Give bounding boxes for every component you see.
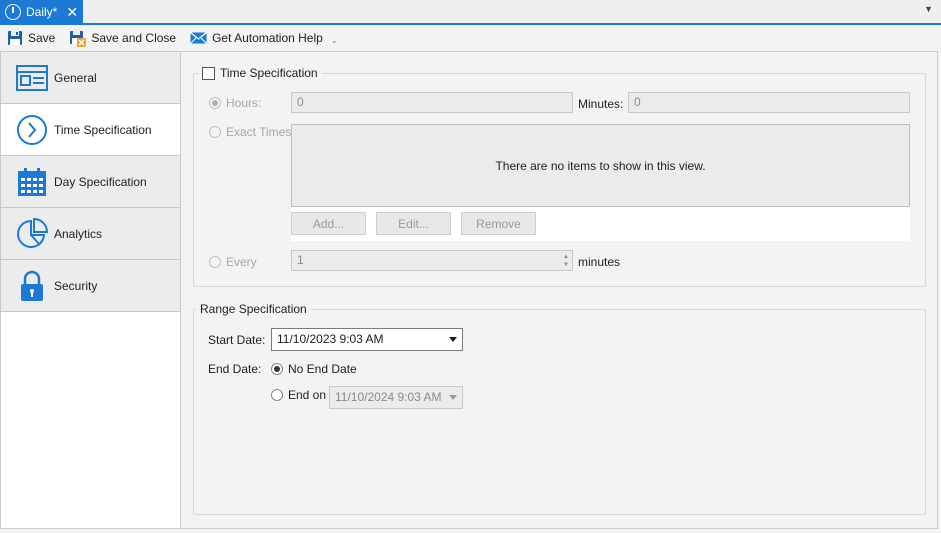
save-and-close-button[interactable]: Save and Close: [69, 30, 176, 47]
save-and-close-label: Save and Close: [91, 31, 177, 45]
end-on-date-value: 11/10/2024 9:03 AM: [335, 390, 442, 404]
save-label: Save: [28, 31, 56, 45]
chevron-down-icon: [449, 337, 457, 342]
exact-times-label: Exact Times: [226, 125, 292, 139]
close-tab-icon[interactable]: ✕: [66, 5, 78, 19]
get-automation-help-button[interactable]: Get Automation Help: [190, 31, 323, 45]
sidebar-item-label: General: [54, 70, 97, 85]
range-specification-legend: Range Specification: [196, 302, 311, 316]
exact-times-list[interactable]: There are no items to show in this view.: [291, 124, 910, 207]
toolbar-overflow-icon[interactable]: ⌄: [331, 36, 338, 45]
pie-chart-icon: [15, 217, 49, 251]
save-and-close-icon: [70, 30, 87, 47]
end-on-date-picker[interactable]: 11/10/2024 9:03 AM: [329, 386, 463, 409]
time-specification-checkbox[interactable]: [202, 66, 215, 80]
start-date-value: 11/10/2023 9:03 AM: [277, 332, 384, 346]
save-button[interactable]: Save: [7, 30, 55, 46]
floppy-disk-icon: [8, 31, 22, 45]
general-icon: [15, 61, 49, 95]
sidebar-item-label: Security: [54, 278, 98, 293]
sidebar-item-security[interactable]: Security: [1, 260, 180, 312]
clock-icon: [15, 113, 49, 147]
sidebar-item-label: Time Specification: [54, 122, 152, 137]
get-automation-help-label: Get Automation Help: [212, 31, 323, 45]
end-on-label: End on: [288, 388, 327, 402]
lock-icon: [15, 269, 49, 303]
hours-input[interactable]: 0: [291, 92, 573, 113]
every-unit-label: minutes: [578, 255, 621, 269]
time-specification-panel: Time Specification Hours: 0 Minutes: 0 E…: [181, 51, 938, 529]
every-minutes-stepper[interactable]: 1 ▲ ▼: [291, 250, 573, 271]
empty-list-message: There are no items to show in this view.: [495, 158, 706, 173]
chevron-down-icon: [449, 395, 457, 400]
time-specification-legend: Time Specification: [198, 66, 322, 80]
every-label: Every: [226, 255, 257, 269]
end-on-option[interactable]: End on: [271, 388, 326, 402]
document-tab-title: Daily*: [26, 4, 58, 19]
hours-radio[interactable]: [209, 97, 221, 109]
add-button[interactable]: Add...: [291, 212, 366, 235]
document-tab-strip: Daily* ✕ ▼: [0, 0, 941, 25]
sidebar-item-analytics[interactable]: Analytics: [1, 208, 180, 260]
every-option[interactable]: Every: [209, 255, 257, 269]
document-tab-daily[interactable]: Daily* ✕: [0, 0, 83, 23]
every-value: 1: [297, 253, 304, 267]
spinner-arrows-icon[interactable]: ▲ ▼: [560, 251, 572, 270]
sidebar-item-time-specification[interactable]: Time Specification: [1, 104, 180, 156]
hours-option[interactable]: Hours:: [209, 96, 261, 110]
start-date-label: Start Date:: [208, 333, 266, 347]
every-radio[interactable]: [209, 256, 221, 268]
no-end-date-radio[interactable]: [271, 363, 283, 375]
exact-times-option[interactable]: Exact Times: [209, 125, 291, 139]
start-date-picker[interactable]: 11/10/2023 9:03 AM: [271, 328, 463, 351]
sidebar-item-day-specification[interactable]: Day Specification: [1, 156, 180, 208]
range-specification-label: Range Specification: [200, 302, 307, 316]
envelope-icon: [190, 31, 208, 44]
hours-label: Hours:: [226, 96, 262, 110]
minutes-input[interactable]: 0: [628, 92, 910, 113]
end-date-label: End Date:: [208, 362, 262, 376]
minutes-label: Minutes:: [578, 97, 624, 111]
no-end-date-option[interactable]: No End Date: [271, 362, 357, 376]
sidebar-item-label: Day Specification: [54, 174, 147, 189]
edit-button[interactable]: Edit...: [376, 212, 451, 235]
calendar-icon: [15, 165, 49, 199]
exact-times-radio[interactable]: [209, 126, 221, 138]
sidebar-item-label: Analytics: [54, 226, 103, 241]
toolbar: Save Save and Close Get Automation Help …: [0, 25, 941, 51]
tab-list-dropdown-icon[interactable]: ▼: [924, 4, 933, 14]
no-end-date-label: No End Date: [288, 362, 357, 376]
time-specification-label: Time Specification: [220, 66, 318, 80]
end-on-radio[interactable]: [271, 389, 283, 401]
remove-button[interactable]: Remove: [461, 212, 536, 235]
sidebar-item-general[interactable]: General: [1, 52, 180, 104]
sidebar: General Time Specification Day Specifica…: [0, 51, 181, 529]
clock-icon: [5, 3, 21, 20]
